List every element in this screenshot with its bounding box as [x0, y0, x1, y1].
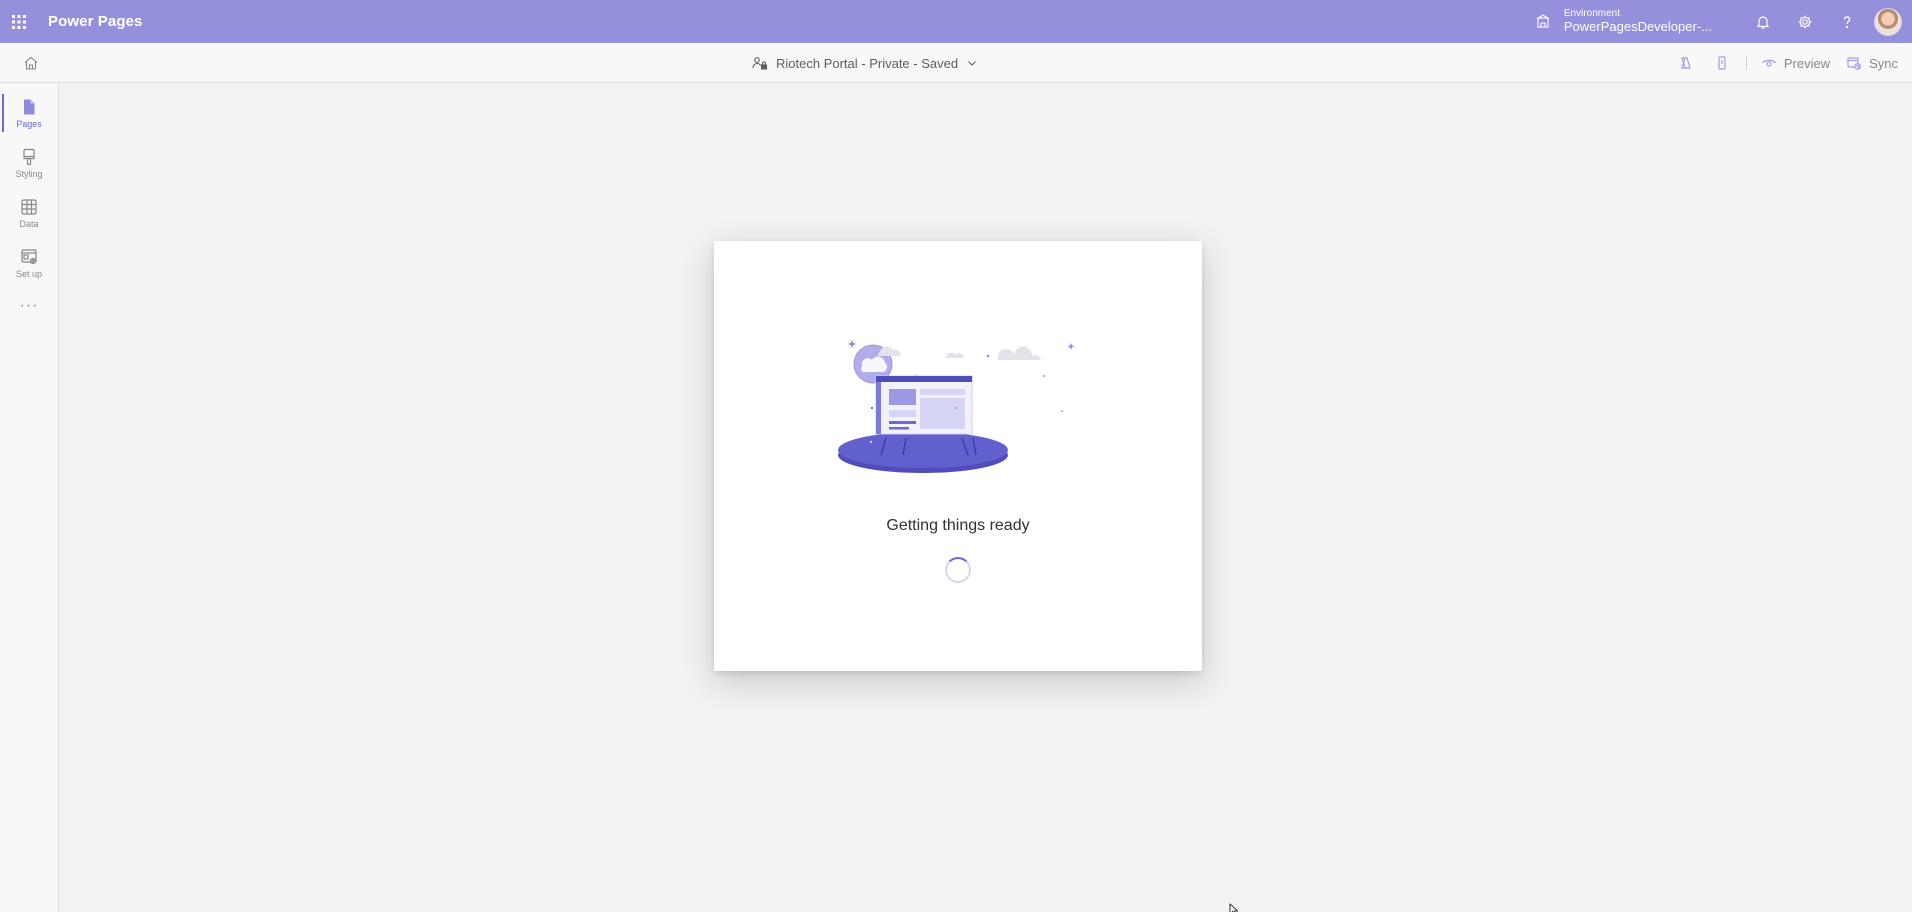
- notifications-button[interactable]: [1742, 0, 1784, 43]
- site-lock-icon: [752, 57, 768, 70]
- loading-title: Getting things ready: [886, 517, 1030, 534]
- environment-icon: [1536, 14, 1550, 29]
- waffle-menu-button[interactable]: [0, 0, 38, 43]
- device-icon: [1718, 56, 1726, 70]
- mouse-cursor-icon: [1229, 903, 1239, 912]
- environment-picker[interactable]: Environment PowerPagesDeveloper-...: [1535, 9, 1712, 33]
- more-icon: ···: [19, 297, 39, 314]
- loading-dialog: Getting things ready: [714, 241, 1202, 671]
- setup-icon: [21, 248, 37, 264]
- settings-button[interactable]: [1784, 0, 1826, 43]
- nav-item-data[interactable]: Data: [0, 188, 58, 238]
- site-status-text: Riotech Portal - Private - Saved: [776, 55, 959, 71]
- app-header: Power Pages Environment PowerPagesDevelo…: [0, 0, 1912, 43]
- environment-name: PowerPagesDeveloper-...: [1563, 18, 1712, 34]
- home-icon: [24, 56, 38, 70]
- nav-item-setup[interactable]: Set up: [0, 238, 58, 288]
- help-icon: [1843, 15, 1851, 28]
- bell-icon: [1756, 15, 1770, 29]
- help-button[interactable]: [1826, 0, 1868, 43]
- chevron-down-icon: [968, 61, 976, 66]
- preview-label: Preview: [1783, 55, 1831, 71]
- toolbar-divider: [1745, 56, 1747, 70]
- sync-icon: [1847, 57, 1861, 70]
- nav-item-pages[interactable]: Pages: [0, 88, 58, 138]
- avatar[interactable]: [1874, 7, 1902, 36]
- nav-label-setup: Set up: [15, 268, 43, 279]
- nav-label-data: Data: [19, 218, 39, 229]
- device-preview-button[interactable]: [1704, 43, 1740, 83]
- copilot-icon: [1681, 57, 1691, 69]
- nav-item-styling[interactable]: Styling: [0, 138, 58, 188]
- preview-button[interactable]: Preview: [1753, 43, 1838, 83]
- left-nav-rail: Pages Styling Data Set up ···: [0, 84, 59, 912]
- sync-button[interactable]: Sync: [1838, 43, 1906, 83]
- loading-spinner: [945, 557, 971, 583]
- table-icon: [21, 198, 37, 215]
- copilot-button[interactable]: [1668, 43, 1704, 83]
- site-illustration: [838, 340, 1075, 473]
- site-status-dropdown[interactable]: Riotech Portal - Private - Saved: [752, 43, 978, 83]
- gear-icon: [1798, 15, 1812, 28]
- sync-label: Sync: [1869, 55, 1898, 71]
- brush-icon: [23, 148, 35, 165]
- app-title[interactable]: Power Pages: [48, 13, 142, 30]
- waffle-icon: [12, 14, 26, 29]
- nav-label-styling: Styling: [15, 168, 43, 179]
- eye-icon: [1761, 59, 1776, 67]
- page-icon: [24, 99, 35, 114]
- command-bar: Riotech Portal - Private - Saved Preview: [0, 43, 1912, 83]
- home-button[interactable]: [0, 43, 62, 83]
- more-options-button[interactable]: ···: [0, 288, 58, 324]
- nav-label-pages: Pages: [16, 118, 42, 129]
